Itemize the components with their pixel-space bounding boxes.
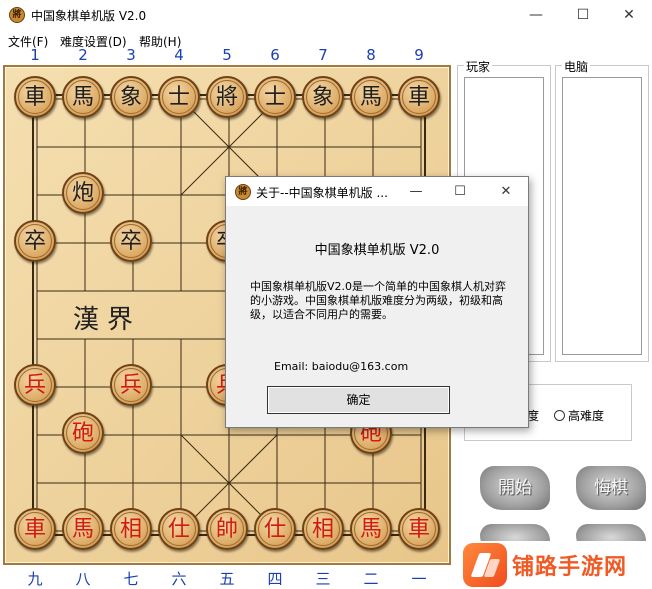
piece-label: 車 [402, 80, 436, 114]
computer-moves-list[interactable] [562, 77, 642, 355]
piece-label: 馬 [66, 512, 100, 546]
piece-black[interactable]: 卒 [14, 220, 56, 262]
computer-panel: 电脑 [555, 58, 649, 362]
player-panel-label: 玩家 [464, 58, 493, 75]
piece-red[interactable]: 馬 [350, 508, 392, 550]
piece-black[interactable]: 象 [110, 76, 152, 118]
piece-label: 卒 [18, 224, 52, 258]
piece-label: 仕 [258, 512, 292, 546]
piece-black[interactable]: 車 [398, 76, 440, 118]
about-dialog: 將 关于--中国象棋单机版 ... — ☐ ✕ 中国象棋单机版 V2.0 中国象… [225, 176, 529, 428]
piece-label: 象 [114, 80, 148, 114]
piece-label: 兵 [114, 368, 148, 402]
top-column-number-6: 6 [270, 46, 280, 64]
piece-label: 相 [306, 512, 340, 546]
piece-label: 相 [114, 512, 148, 546]
piece-black[interactable]: 馬 [350, 76, 392, 118]
piece-black[interactable]: 車 [14, 76, 56, 118]
piece-red[interactable]: 砲 [62, 412, 104, 454]
about-dialog-titlebar[interactable]: 將 关于--中国象棋单机版 ... — ☐ ✕ [226, 177, 528, 206]
piece-label: 兵 [18, 368, 52, 402]
dialog-close-button[interactable]: ✕ [484, 177, 528, 206]
piece-label: 車 [402, 512, 436, 546]
watermark: 铺路手游网 [454, 541, 652, 589]
piece-black[interactable]: 士 [254, 76, 296, 118]
dialog-maximize-button[interactable]: ☐ [438, 177, 482, 206]
piece-label: 帥 [210, 512, 244, 546]
piece-label: 卒 [114, 224, 148, 258]
top-column-number-4: 4 [174, 46, 184, 64]
piece-black[interactable]: 卒 [110, 220, 152, 262]
bottom-column-number-7: 三 [315, 570, 331, 588]
bottom-column-number-4: 六 [171, 570, 187, 588]
piece-label: 車 [18, 512, 52, 546]
radio-dot-icon [554, 410, 565, 421]
bottom-column-number-5: 五 [219, 570, 235, 588]
difficulty-radio-high[interactable]: 高难度 [554, 407, 604, 424]
top-column-number-2: 2 [78, 46, 88, 64]
piece-red[interactable]: 仕 [158, 508, 200, 550]
piece-black[interactable]: 士 [158, 76, 200, 118]
piece-label: 士 [162, 80, 196, 114]
difficulty-radio-high-label: 高难度 [568, 409, 605, 423]
window-title: 中国象棋单机版 V2.0 [31, 9, 147, 23]
bottom-column-number-6: 四 [267, 570, 283, 588]
app-icon: 將 [9, 7, 25, 23]
piece-label: 士 [258, 80, 292, 114]
piece-label: 炮 [66, 176, 100, 210]
top-column-number-8: 8 [366, 46, 376, 64]
piece-black[interactable]: 炮 [62, 172, 104, 214]
about-email: Email: baiodu@163.com [274, 360, 409, 373]
bottom-column-number-8: 二 [363, 570, 379, 588]
piece-black[interactable]: 將 [206, 76, 248, 118]
dialog-minimize-button[interactable]: — [394, 177, 438, 206]
top-column-number-7: 7 [318, 46, 328, 64]
close-button[interactable]: ✕ [606, 0, 652, 30]
top-column-number-3: 3 [126, 46, 136, 64]
piece-red[interactable]: 相 [110, 508, 152, 550]
piece-red[interactable]: 相 [302, 508, 344, 550]
piece-black[interactable]: 象 [302, 76, 344, 118]
watermark-text: 铺路手游网 [512, 555, 628, 580]
piece-label: 馬 [354, 80, 388, 114]
piece-red[interactable]: 馬 [62, 508, 104, 550]
minimize-button[interactable]: — [513, 0, 559, 30]
bottom-column-number-2: 八 [75, 570, 91, 588]
undo-button[interactable]: 悔棋 [576, 466, 646, 510]
piece-label: 車 [18, 80, 52, 114]
piece-red[interactable]: 車 [14, 508, 56, 550]
piece-red[interactable]: 仕 [254, 508, 296, 550]
top-column-number-9: 9 [414, 46, 424, 64]
window-titlebar[interactable]: 將 中国象棋单机版 V2.0 — ☐ ✕ [0, 0, 652, 30]
maximize-button[interactable]: ☐ [560, 0, 606, 30]
piece-label: 仕 [162, 512, 196, 546]
about-heading: 中国象棋单机版 V2.0 [314, 243, 440, 258]
bottom-column-number-1: 九 [27, 570, 43, 588]
top-column-number-5: 5 [222, 46, 232, 64]
watermark-logo-icon [463, 543, 507, 587]
piece-red[interactable]: 車 [398, 508, 440, 550]
piece-label: 象 [306, 80, 340, 114]
river-text: 漢界 [73, 305, 142, 335]
piece-black[interactable]: 馬 [62, 76, 104, 118]
piece-label: 馬 [354, 512, 388, 546]
piece-red[interactable]: 帥 [206, 508, 248, 550]
piece-label: 將 [210, 80, 244, 114]
computer-panel-label: 电脑 [562, 58, 591, 75]
bottom-column-number-3: 七 [123, 570, 139, 588]
piece-red[interactable]: 兵 [14, 364, 56, 406]
piece-red[interactable]: 兵 [110, 364, 152, 406]
piece-label: 馬 [66, 80, 100, 114]
about-dialog-title: 关于--中国象棋单机版 ... [256, 186, 388, 200]
bottom-column-number-9: 一 [411, 570, 427, 588]
start-button[interactable]: 開始 [480, 466, 550, 510]
piece-label: 砲 [66, 416, 100, 450]
about-dialog-icon: 將 [235, 184, 251, 200]
top-column-number-1: 1 [30, 46, 40, 64]
about-description: 中国象棋单机版V2.0是一个简单的中国象棋人机对弈的小游戏。中国象棋单机版难度分… [250, 280, 507, 321]
ok-button[interactable]: 确定 [267, 386, 450, 414]
